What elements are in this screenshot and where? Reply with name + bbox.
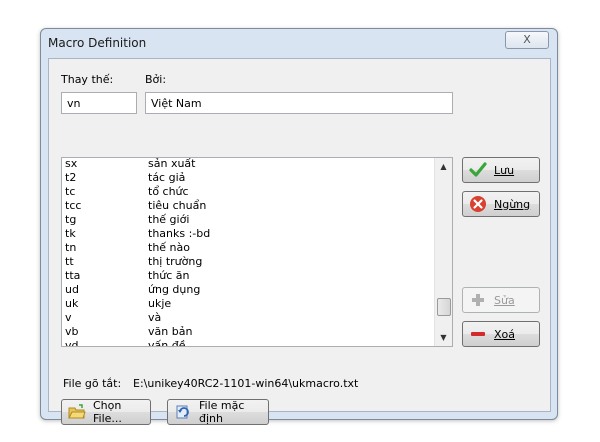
macro-key: t2 — [65, 171, 77, 184]
by-input[interactable]: Việt Nam — [145, 92, 453, 114]
macro-value: tiêu chuẩn — [148, 199, 207, 212]
edit-button-label: Sửa — [494, 293, 515, 307]
macro-key: tk — [65, 227, 76, 240]
macro-value: thị trường — [148, 255, 203, 268]
folder-icon — [68, 403, 86, 421]
list-item[interactable]: tk thanks :-bd — [62, 227, 436, 241]
minus-icon — [469, 325, 487, 343]
scroll-down-arrow-icon[interactable]: ▼ — [435, 329, 452, 346]
cancel-button[interactable]: Ngừng — [462, 191, 540, 217]
macro-key: tta — [65, 269, 81, 282]
edit-button[interactable]: Sửa — [462, 287, 540, 313]
list-item[interactable]: ud ứng dụng — [62, 283, 436, 297]
macro-key: tc — [65, 185, 76, 198]
checkmark-icon — [469, 161, 487, 179]
macro-key: tcc — [65, 199, 82, 212]
choose-file-button[interactable]: Chọn File... — [61, 399, 151, 425]
file-path: E:\unikey40RC2-1101-win64\ukmacro.txt — [133, 377, 359, 390]
macro-value: tổ chức — [148, 185, 189, 198]
list-scrollbar[interactable]: ▲ ▼ — [434, 158, 452, 346]
save-button[interactable]: Lưu — [462, 157, 540, 183]
replace-input-value: vn — [67, 97, 81, 110]
list-item[interactable]: tc tổ chức — [62, 185, 436, 199]
choose-file-label: Chọn File... — [93, 399, 122, 425]
macro-list[interactable]: sx sản xuất t2 tác giả tc tổ chức tcc tiêu chuẩ… — [61, 157, 453, 347]
title-bar[interactable]: Macro Definition X — [41, 29, 557, 56]
macro-key: tn — [65, 241, 77, 254]
list-item[interactable]: tcc tiêu chuẩn — [62, 199, 436, 213]
refresh-icon — [174, 403, 192, 421]
macro-value: tác giả — [148, 171, 186, 184]
macro-rows: sx sản xuất t2 tác giả tc tổ chức tcc tiêu chuẩ… — [62, 157, 436, 347]
default-file-button[interactable]: File mặc định — [167, 399, 269, 425]
list-item[interactable]: tn thế nào — [62, 241, 436, 255]
list-item[interactable]: tt thị trường — [62, 255, 436, 269]
macro-value: thế giới — [148, 213, 190, 226]
list-item[interactable]: tg thế giới — [62, 213, 436, 227]
macro-value: ứng dụng — [148, 283, 201, 296]
scroll-thumb[interactable] — [437, 298, 451, 316]
macro-key: ud — [65, 283, 79, 296]
macro-value: thế nào — [148, 241, 190, 254]
save-button-label: Lưu — [494, 163, 515, 177]
cancel-button-label: Ngừng — [494, 197, 531, 211]
list-item[interactable]: vd vấn đề — [62, 339, 436, 347]
list-item[interactable]: uk ukje — [62, 297, 436, 311]
macro-key: tg — [65, 213, 77, 226]
list-item[interactable]: vb văn bản — [62, 325, 436, 339]
macro-key: tt — [65, 255, 74, 268]
list-item[interactable]: v và — [62, 311, 436, 325]
close-icon: X — [523, 33, 531, 46]
macro-key: vb — [65, 325, 79, 338]
macro-value: ukje — [148, 297, 172, 310]
macro-key: v — [65, 311, 72, 324]
scroll-up-arrow-icon[interactable]: ▲ — [435, 158, 452, 175]
list-item[interactable]: sx sản xuất — [62, 157, 436, 171]
replace-label: Thay thế: — [61, 73, 114, 86]
macro-key: sx — [65, 157, 78, 170]
macro-key: vd — [65, 339, 79, 347]
macro-key: uk — [65, 297, 79, 310]
macro-value: sản xuất — [148, 157, 196, 170]
macro-value: vấn đề — [148, 339, 186, 347]
list-item[interactable]: t2 tác giả — [62, 171, 436, 185]
cancel-circle-icon — [469, 195, 487, 213]
plus-icon — [469, 291, 487, 309]
dialog-body: Thay thế: Bởi: vn Việt Nam sx sản xuất t2 t… — [48, 58, 551, 425]
macro-value: và — [148, 311, 162, 324]
delete-button[interactable]: Xoá — [462, 321, 540, 347]
macro-definition-dialog: Macro Definition X Thay thế: Bởi: vn Việ… — [40, 28, 558, 425]
macro-value: thức ăn — [148, 269, 190, 282]
replace-input[interactable]: vn — [61, 92, 137, 114]
close-button[interactable]: X — [505, 31, 549, 49]
macro-value: văn bản — [148, 325, 193, 338]
list-item[interactable]: tta thức ăn — [62, 269, 436, 283]
macro-value: thanks :-bd — [148, 227, 211, 240]
window-title: Macro Definition — [48, 36, 147, 50]
by-input-value: Việt Nam — [151, 97, 202, 110]
by-label: Bởi: — [145, 73, 167, 86]
file-label: File gõ tắt: — [63, 377, 122, 390]
default-file-label: File mặc định — [199, 399, 245, 425]
delete-button-label: Xoá — [494, 327, 516, 341]
